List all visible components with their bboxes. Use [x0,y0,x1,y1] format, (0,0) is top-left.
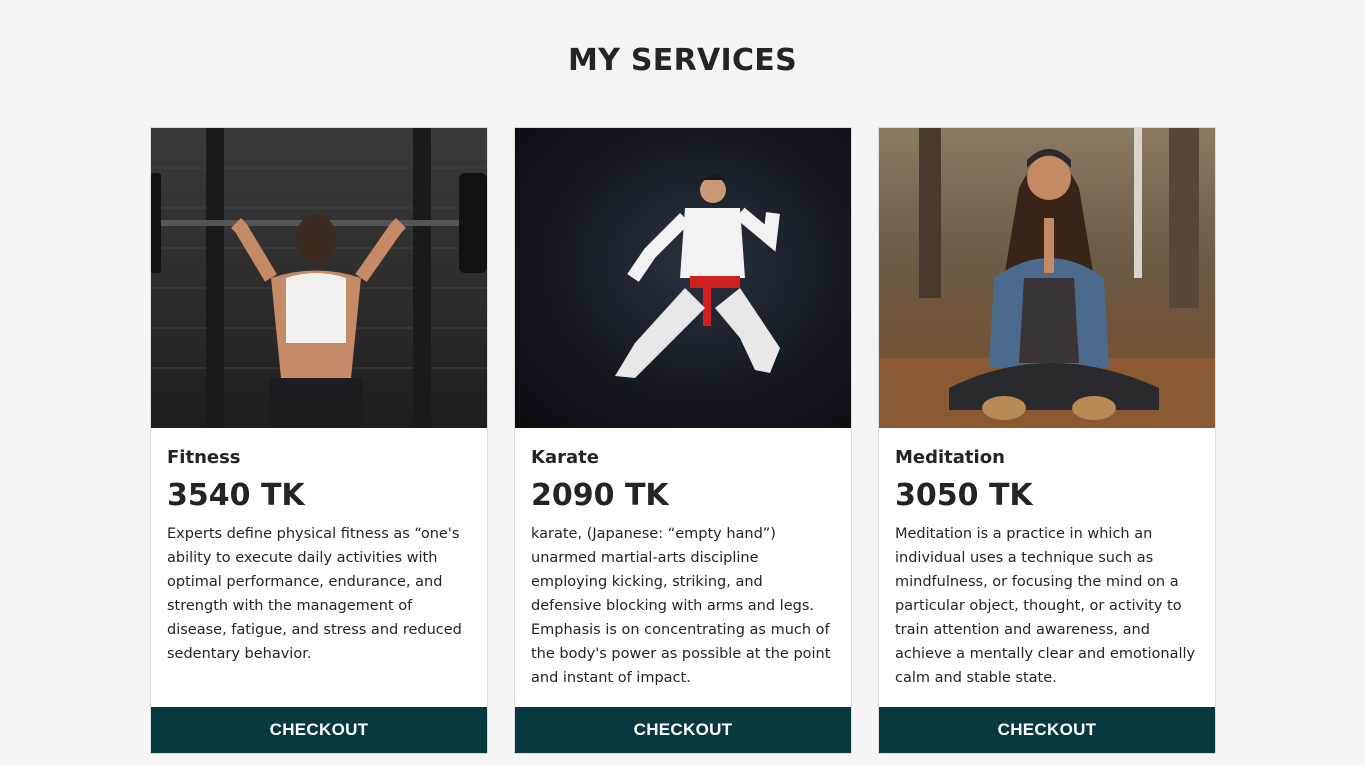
karate-illustration [615,174,780,378]
service-name: Fitness [167,447,241,468]
fitness-image [151,128,487,428]
services-list: Fitness 3540 TK Experts define physical … [150,127,1216,754]
service-name: Meditation [895,447,1005,468]
checkout-button-fitness[interactable]: CHECKOUT [151,707,487,753]
weightlifting-illustration [151,128,487,428]
meditation-image [879,128,1215,428]
service-description: Experts define physical fitness as “one'… [167,526,462,662]
service-description: Meditation is a practice in which an ind… [895,526,1196,686]
service-price: 3540 TK [167,478,305,513]
card-body: Meditation 3050 TK Meditation is a pract… [879,428,1215,690]
meditation-illustration [879,128,1215,428]
service-description: karate, (Japanese: “empty hand”) unarmed… [531,526,831,686]
service-card-fitness: Fitness 3540 TK Experts define physical … [150,127,488,754]
karate-image [515,128,851,428]
service-card-karate: Karate 2090 TK karate, (Japanese: “empty… [514,127,852,754]
service-card-meditation: Meditation 3050 TK Meditation is a pract… [878,127,1216,754]
service-name: Karate [531,447,599,468]
card-body: Karate 2090 TK karate, (Japanese: “empty… [515,428,851,690]
service-price: 2090 TK [531,478,669,513]
checkout-button-karate[interactable]: CHECKOUT [515,707,851,753]
checkout-button-meditation[interactable]: CHECKOUT [879,707,1215,753]
service-price: 3050 TK [895,478,1033,513]
card-body: Fitness 3540 TK Experts define physical … [151,428,487,666]
page-title: MY SERVICES [567,43,798,78]
